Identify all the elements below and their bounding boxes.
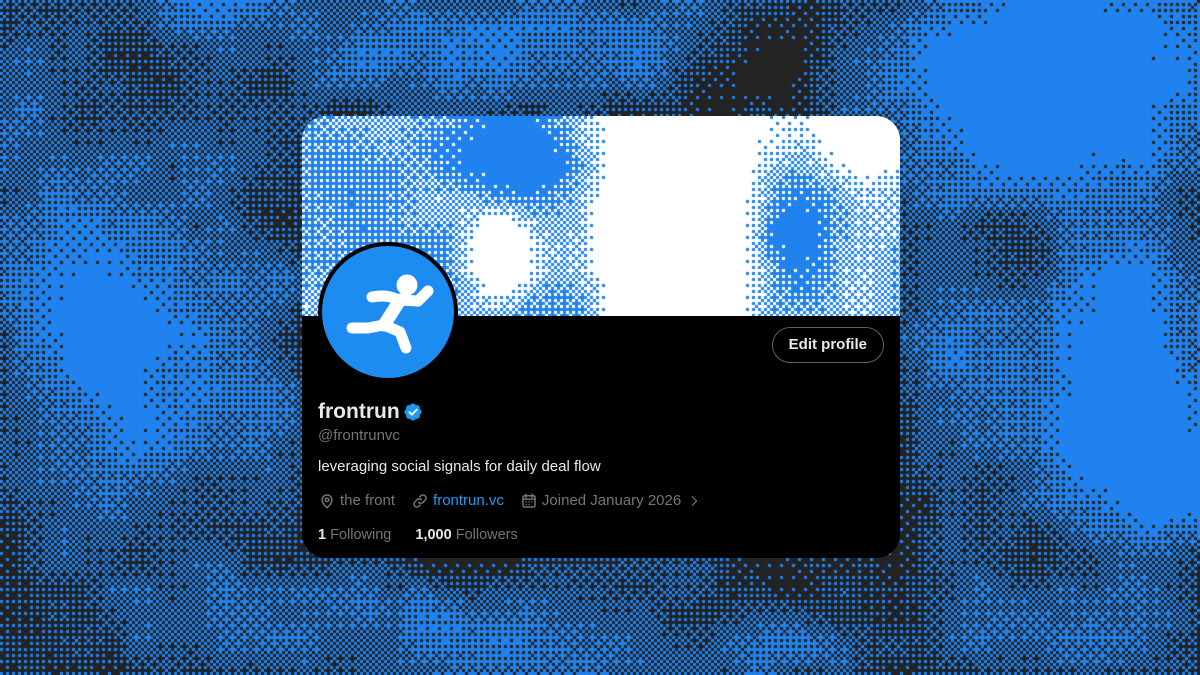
following-label: Following [330,527,392,543]
page: Edit profile frontrun @frontrunvc levera… [0,0,1200,675]
verified-badge-icon[interactable] [403,402,423,422]
calendar-icon [522,493,536,508]
joined-date[interactable]: Joined January 2026 [520,491,701,511]
following-count: 1 [318,527,327,543]
stats-row: 1 Following 1,000 Followers [318,525,518,545]
followers-count: 1,000 [415,527,452,543]
link-icon [413,494,427,508]
name-row: frontrun [318,399,423,425]
avatar[interactable] [318,242,458,382]
website-link[interactable]: frontrun.vc [411,491,504,511]
followers-link[interactable]: 1,000 Followers [415,527,517,543]
location-item: the front [318,491,395,511]
edit-profile-button[interactable]: Edit profile [771,327,884,363]
following-link[interactable]: 1 Following [318,527,395,543]
profile-meta-row: the front frontrun.vc Joined January 202… [318,491,717,511]
runner-icon [346,274,434,354]
bio: leveraging social signals for daily deal… [318,458,601,475]
location-text: the front [340,492,396,509]
display-name: frontrun [318,400,400,423]
handle: @frontrunvc [318,427,400,444]
joined-text: Joined January 2026 [541,492,682,509]
website-text[interactable]: frontrun.vc [433,491,504,511]
location-pin-icon [321,494,333,509]
followers-label: Followers [455,527,518,543]
profile-card: Edit profile frontrun @frontrunvc levera… [302,116,900,558]
chevron-right-icon[interactable] [687,494,701,508]
